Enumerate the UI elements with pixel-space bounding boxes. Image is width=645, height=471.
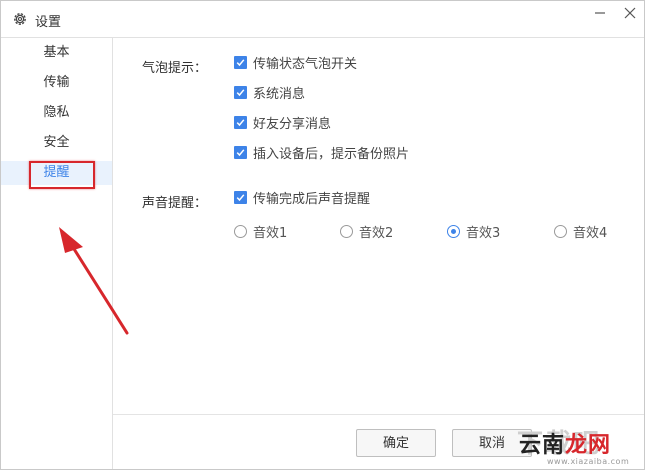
- bubble-system-message-checkbox[interactable]: 系统消息: [234, 86, 305, 102]
- watermark-logo-text: 云南龙网: [519, 433, 612, 458]
- settings-window: 设置 基本 传输 隐私 安全 提醒 气泡提示： 传输状态气泡开关 系统消息 好友…: [0, 0, 645, 470]
- sound-effect-2-radio[interactable]: 音效2: [340, 225, 393, 241]
- checkbox-label: 插入设备后，提示备份照片: [253, 147, 410, 162]
- radio-label: 音效4: [573, 226, 608, 241]
- bubble-friend-share-checkbox[interactable]: 好友分享消息: [234, 116, 331, 132]
- window-title: 设置: [35, 15, 62, 30]
- radio-unchecked-icon: [554, 225, 567, 238]
- checkbox-label: 传输完成后声音提醒: [253, 192, 371, 207]
- radio-unchecked-icon: [234, 225, 247, 238]
- checkbox-label: 传输状态气泡开关: [253, 57, 358, 72]
- title-bar: 设置: [1, 1, 644, 38]
- annotation-highlight-box: [29, 161, 95, 189]
- sound-effect-1-radio[interactable]: 音效1: [234, 225, 287, 241]
- sidebar-item-transfer[interactable]: 传输: [1, 71, 112, 95]
- sound-effect-4-radio[interactable]: 音效4: [554, 225, 607, 241]
- sound-transfer-complete-checkbox[interactable]: 传输完成后声音提醒: [234, 191, 370, 207]
- minimize-button[interactable]: [591, 4, 609, 22]
- radio-label: 音效2: [359, 226, 394, 241]
- settings-sidebar: 基本 传输 隐私 安全 提醒: [1, 38, 113, 469]
- cancel-button[interactable]: 取消: [452, 429, 532, 457]
- checkbox-checked-icon: [234, 146, 247, 159]
- site-watermark: 下载吧 云南龙网 www.xiazaiba.com: [513, 417, 643, 469]
- checkbox-label: 系统消息: [253, 87, 306, 102]
- bubble-section-label: 气泡提示：: [142, 61, 208, 76]
- sidebar-item-security[interactable]: 安全: [1, 131, 112, 155]
- checkbox-checked-icon: [234, 56, 247, 69]
- watermark-url: www.xiazaiba.com: [547, 457, 630, 466]
- checkbox-label: 好友分享消息: [253, 117, 332, 132]
- minimize-icon: [595, 12, 605, 14]
- footer-divider: [113, 414, 644, 415]
- close-button[interactable]: [621, 4, 639, 22]
- radio-checked-icon: [447, 225, 460, 238]
- checkbox-checked-icon: [234, 86, 247, 99]
- sound-section-label: 声音提醒：: [142, 196, 208, 211]
- ok-button[interactable]: 确定: [356, 429, 436, 457]
- radio-label: 音效1: [253, 226, 288, 241]
- checkbox-checked-icon: [234, 191, 247, 204]
- checkbox-checked-icon: [234, 116, 247, 129]
- close-icon: [624, 7, 636, 19]
- bubble-backup-photo-checkbox[interactable]: 插入设备后，提示备份照片: [234, 146, 409, 162]
- sidebar-item-basic[interactable]: 基本: [1, 41, 112, 65]
- sound-effect-3-radio[interactable]: 音效3: [447, 225, 500, 241]
- radio-label: 音效3: [466, 226, 501, 241]
- gear-icon: [12, 11, 28, 27]
- bubble-transfer-status-checkbox[interactable]: 传输状态气泡开关: [234, 56, 357, 72]
- sidebar-item-privacy[interactable]: 隐私: [1, 101, 112, 125]
- radio-unchecked-icon: [340, 225, 353, 238]
